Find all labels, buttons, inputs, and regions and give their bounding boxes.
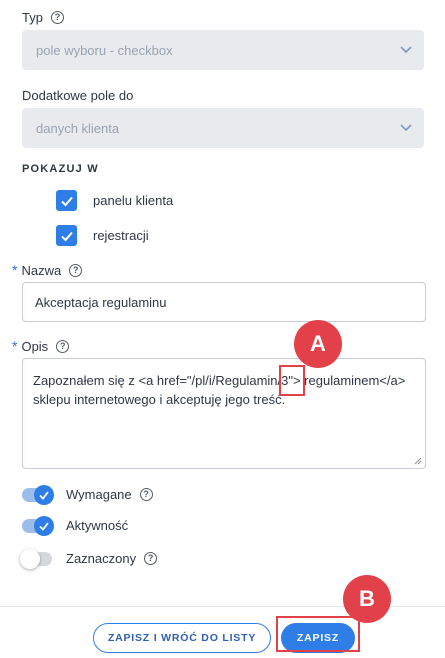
chevron-down-icon bbox=[400, 124, 412, 132]
toggle-label: Zaznaczony bbox=[66, 551, 137, 566]
toggle-label: Aktywność bbox=[66, 518, 129, 533]
extra-field-label-row: Dodatkowe pole do bbox=[22, 88, 133, 103]
extra-field-select-value: danych klienta bbox=[36, 120, 120, 136]
type-select-value: pole wyboru - checkbox bbox=[36, 42, 173, 58]
extra-field-label: Dodatkowe pole do bbox=[22, 88, 134, 103]
required-mark: * bbox=[12, 338, 18, 354]
name-label: Nazwa bbox=[21, 262, 62, 278]
toggle-row-checked[interactable]: Zaznaczony ? bbox=[20, 548, 158, 569]
checkbox-checked[interactable] bbox=[56, 190, 77, 211]
name-input-value: Akceptacja regulaminu bbox=[35, 294, 167, 310]
help-icon[interactable]: ? bbox=[69, 263, 83, 277]
name-label-row: * Nazwa ? bbox=[12, 262, 83, 278]
show-in-option-client-panel[interactable]: panelu klienta bbox=[56, 190, 173, 211]
name-input[interactable]: Akceptacja regulaminu bbox=[22, 282, 426, 322]
extra-field-select: danych klienta bbox=[22, 108, 424, 148]
check-icon bbox=[39, 490, 49, 500]
toggle-switch[interactable] bbox=[22, 484, 54, 505]
check-icon bbox=[60, 231, 73, 241]
toggle-label: Wymagane bbox=[66, 487, 132, 502]
save-and-back-button[interactable]: ZAPISZ I WRÓĆ DO LISTY bbox=[93, 623, 271, 653]
help-icon[interactable]: ? bbox=[56, 339, 70, 353]
toggle-switch[interactable] bbox=[22, 515, 54, 536]
toggle-row-required[interactable]: Wymagane ? bbox=[22, 484, 153, 505]
show-in-title: POKAZUJ W bbox=[22, 163, 99, 175]
help-icon[interactable]: ? bbox=[144, 552, 158, 565]
description-label: Opis bbox=[21, 338, 49, 354]
type-label-row: Typ ? bbox=[22, 10, 64, 25]
type-label: Typ bbox=[22, 10, 43, 25]
description-label-row: * Opis ? bbox=[12, 338, 70, 354]
chevron-down-icon bbox=[400, 46, 412, 54]
highlight-box bbox=[276, 616, 360, 652]
annotation-marker-b: B bbox=[343, 575, 391, 623]
type-select: pole wyboru - checkbox bbox=[22, 30, 424, 70]
description-value: Zapoznałem się z <a href="/pl/i/Regulami… bbox=[33, 373, 406, 407]
help-icon[interactable]: ? bbox=[50, 11, 64, 24]
show-in-option-registration[interactable]: rejestracji bbox=[56, 225, 149, 246]
check-icon bbox=[39, 521, 49, 531]
required-mark: * bbox=[12, 262, 18, 278]
checkbox-label: panelu klienta bbox=[93, 193, 174, 208]
checkbox-checked[interactable] bbox=[56, 225, 77, 246]
toggle-switch[interactable] bbox=[20, 548, 52, 569]
toggle-row-active[interactable]: Aktywność bbox=[22, 515, 129, 536]
highlight-box bbox=[279, 365, 305, 396]
description-textarea[interactable]: Zapoznałem się z <a href="/pl/i/Regulami… bbox=[22, 358, 426, 469]
check-icon bbox=[60, 196, 73, 206]
checkbox-label: rejestracji bbox=[93, 228, 149, 243]
annotation-marker-a: A bbox=[294, 320, 342, 368]
resize-handle-icon[interactable] bbox=[414, 457, 422, 465]
help-icon[interactable]: ? bbox=[139, 488, 153, 501]
